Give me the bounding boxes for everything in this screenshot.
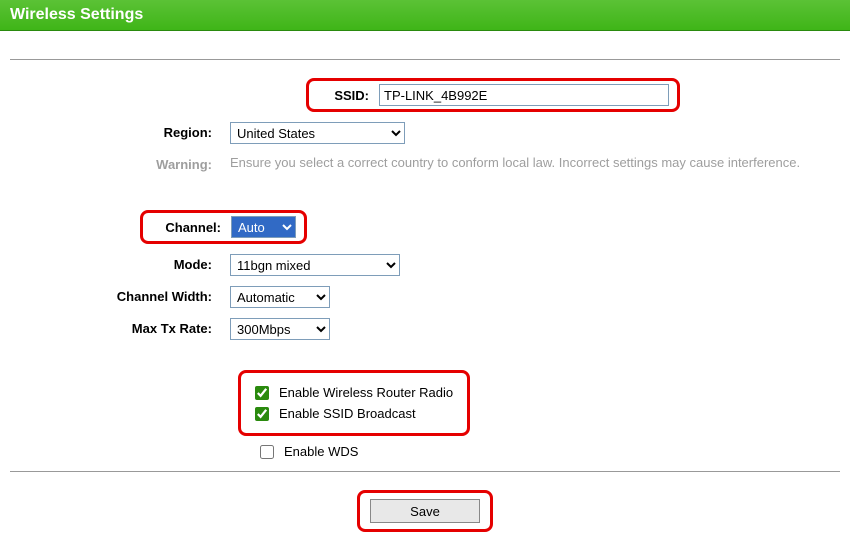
highlight-ssid: SSID: xyxy=(306,78,680,112)
row-ssid: SSID: xyxy=(10,78,840,112)
row-mode: Mode: 11bgn mixed xyxy=(10,254,840,276)
enable-ssid-broadcast-checkbox[interactable] xyxy=(255,407,269,421)
save-button[interactable]: Save xyxy=(370,499,480,523)
label-enable-ssid-broadcast: Enable SSID Broadcast xyxy=(279,406,416,421)
highlight-save: Save xyxy=(357,490,493,532)
label-ssid: SSID: xyxy=(309,88,379,103)
enable-wds-checkbox[interactable] xyxy=(260,445,274,459)
content-area: SSID: // adjust: we need label column wi… xyxy=(0,31,850,554)
highlight-channel: Channel: Auto xyxy=(140,210,307,244)
label-region: Region: xyxy=(10,122,230,140)
label-mode: Mode: xyxy=(10,254,230,272)
row-enable-ssid-broadcast: Enable SSID Broadcast xyxy=(255,406,453,421)
label-channel-width: Channel Width: xyxy=(10,286,230,304)
warning-text: Ensure you select a correct country to c… xyxy=(230,155,800,170)
mode-select[interactable]: 11bgn mixed xyxy=(230,254,400,276)
page-title: Wireless Settings xyxy=(10,6,143,23)
label-warning: Warning: xyxy=(10,154,230,172)
label-enable-wds: Enable WDS xyxy=(284,444,358,459)
row-warning: Warning: Ensure you select a correct cou… xyxy=(10,154,840,172)
region-select[interactable]: United States xyxy=(230,122,405,144)
row-region: Region: United States xyxy=(10,122,840,144)
label-max-tx: Max Tx Rate: xyxy=(10,318,230,336)
label-enable-radio: Enable Wireless Router Radio xyxy=(279,385,453,400)
row-max-tx-rate: Max Tx Rate: 300Mbps xyxy=(10,318,840,340)
divider-bottom xyxy=(10,471,840,472)
ssid-input[interactable] xyxy=(379,84,669,106)
row-channel: Channel: Auto xyxy=(10,210,840,244)
label-channel: Channel: xyxy=(143,220,231,235)
save-row: Save xyxy=(10,482,840,544)
row-enable-radio: Enable Wireless Router Radio xyxy=(255,385,453,400)
enable-radio-checkbox[interactable] xyxy=(255,386,269,400)
divider-top xyxy=(10,59,840,60)
page-title-bar: Wireless Settings xyxy=(0,0,850,31)
max-tx-rate-select[interactable]: 300Mbps xyxy=(230,318,330,340)
channel-select[interactable]: Auto xyxy=(231,216,296,238)
row-enable-wds: Enable WDS xyxy=(260,444,840,459)
row-channel-width: Channel Width: Automatic xyxy=(10,286,840,308)
highlight-checkboxes: Enable Wireless Router Radio Enable SSID… xyxy=(238,370,470,436)
channel-width-select[interactable]: Automatic xyxy=(230,286,330,308)
